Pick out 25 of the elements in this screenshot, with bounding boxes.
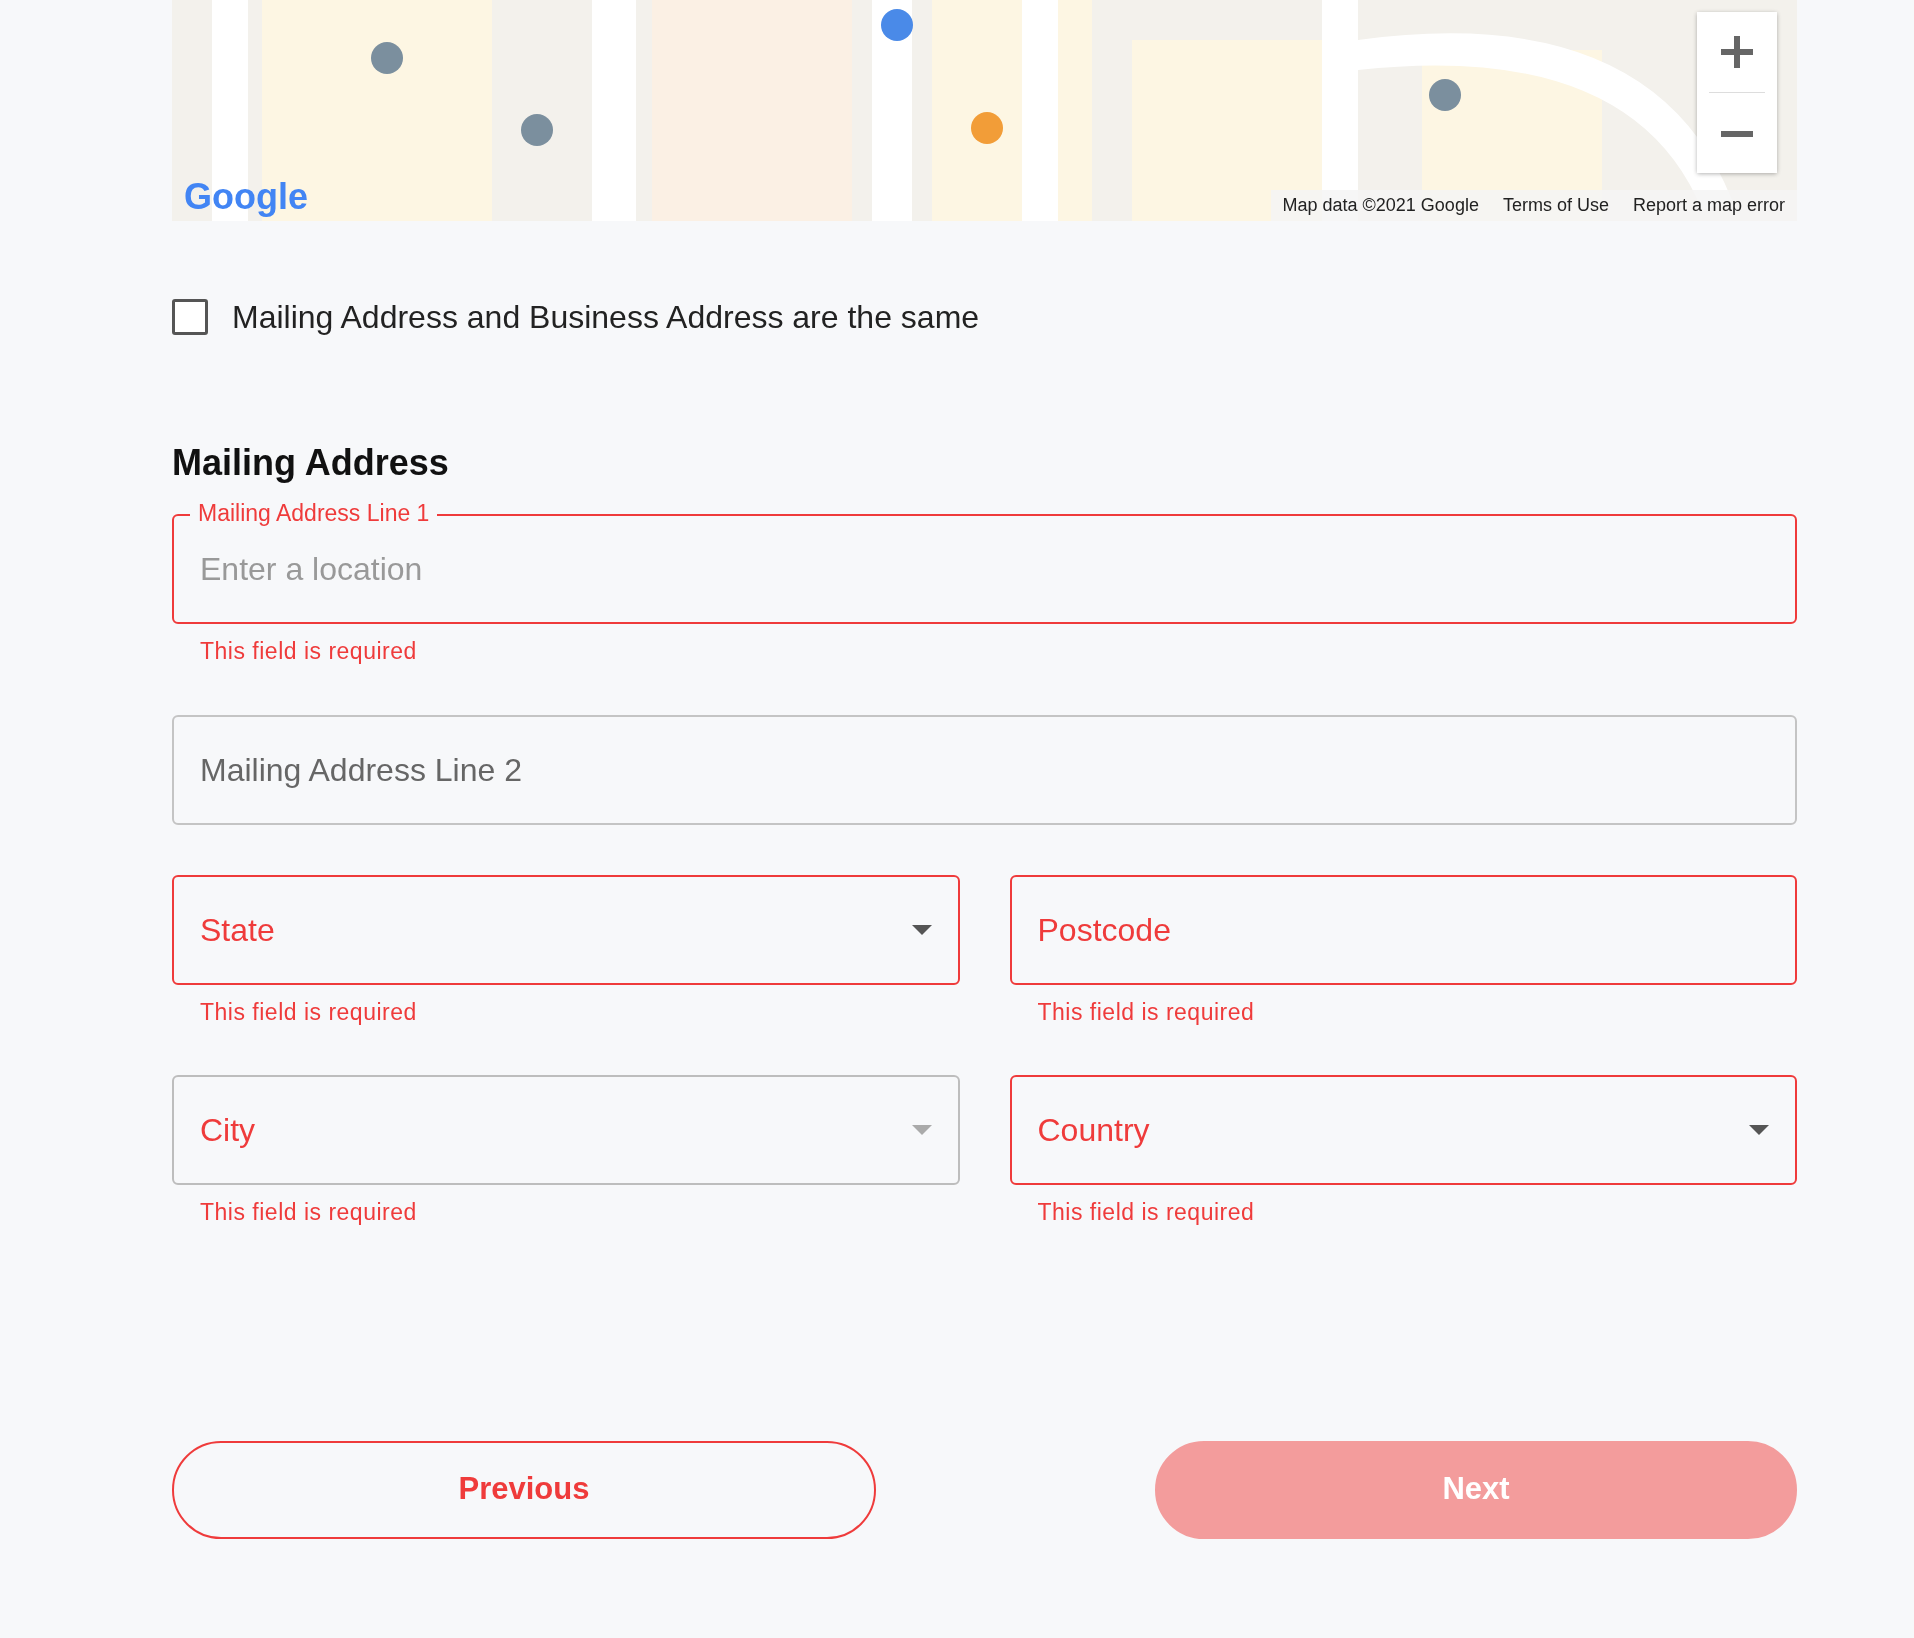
error-message: This field is required	[199, 637, 418, 667]
checkbox-label: Mailing Address and Business Address are the same	[232, 298, 980, 337]
section-heading: Mailing Address	[172, 441, 450, 485]
select-field[interactable]: State	[172, 874, 960, 985]
error-message: This field is required	[1036, 997, 1256, 1027]
caret-icon	[1749, 1125, 1769, 1136]
map-logo: Google	[184, 179, 308, 215]
error-message: This field is required	[1036, 1198, 1256, 1228]
zoom-out-button[interactable]	[1697, 93, 1777, 173]
input-field[interactable]: Mailing Address Line 2	[172, 714, 1797, 825]
error-message: This field is required	[199, 1198, 418, 1228]
text-input[interactable]: Enter a location	[200, 545, 1769, 594]
caret-icon	[911, 924, 932, 935]
map-link[interactable]: Terms of Use	[1502, 192, 1609, 219]
map-link[interactable]: Report a map error	[1632, 192, 1785, 219]
previous-button[interactable]: Previous	[172, 1440, 876, 1539]
map-attribution: Map data ©2021 Google	[1282, 194, 1479, 217]
input-field[interactable]: Postcode	[1009, 874, 1797, 985]
error-message: This field is required	[199, 997, 418, 1027]
minus-icon	[1721, 130, 1753, 137]
caret-icon	[911, 1125, 932, 1136]
select-field[interactable]: Country	[1009, 1075, 1797, 1186]
checkbox[interactable]	[172, 299, 208, 335]
zoom-in-button[interactable]	[1697, 12, 1777, 92]
field-label: Mailing Address Line 1	[190, 500, 438, 528]
